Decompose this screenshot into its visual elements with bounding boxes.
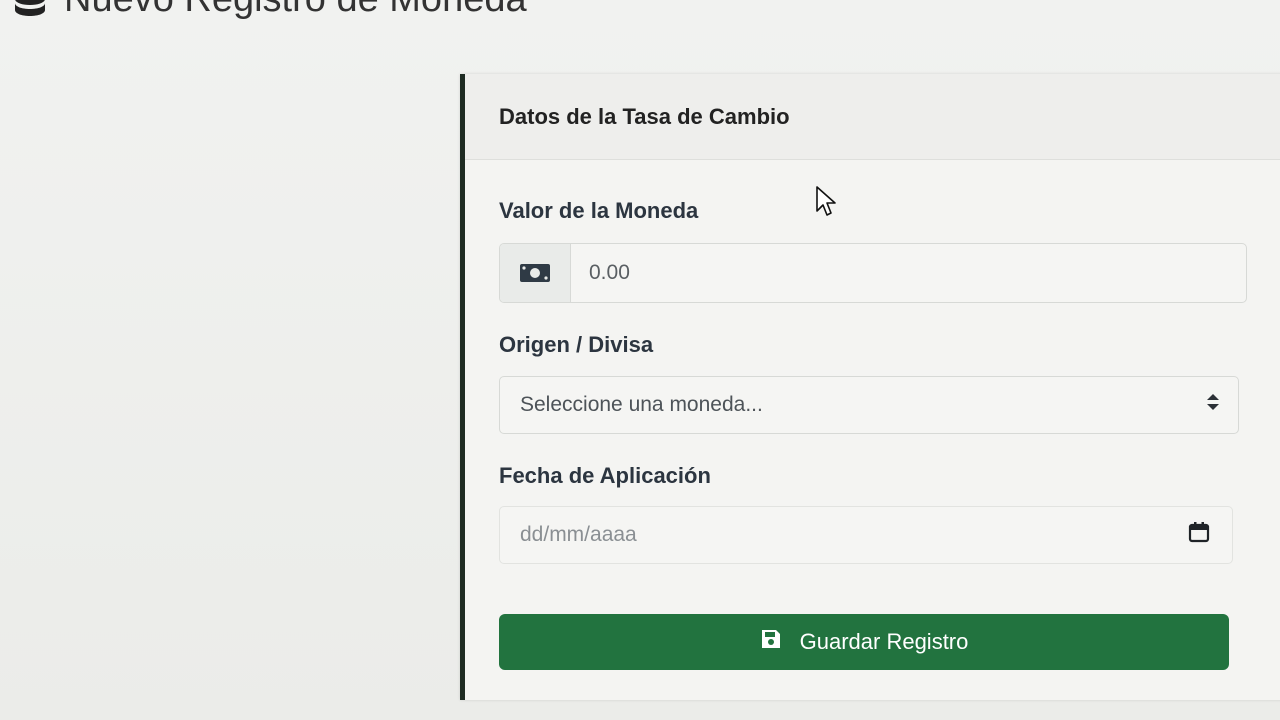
save-button[interactable]: Guardar Registro: [499, 614, 1229, 670]
currency-select[interactable]: Seleccione una moneda...: [499, 376, 1239, 434]
date-input-placeholder: dd/mm/aaaa: [520, 523, 637, 546]
page-title: Nuevo Registro de Moneda: [10, 0, 527, 21]
value-input-group: [499, 243, 1247, 303]
save-button-label: Guardar Registro: [799, 629, 969, 654]
exchange-rate-card: Datos de la Tasa de Cambio Valor de la M…: [460, 74, 1280, 700]
database-icon: [10, 0, 50, 20]
value-label: Valor de la Moneda: [499, 198, 699, 223]
currency-label: Origen / Divisa: [499, 332, 654, 357]
page-title-text: Nuevo Registro de Moneda: [64, 0, 527, 21]
date-label: Fecha de Aplicación: [499, 463, 711, 488]
currency-select-value: Seleccione una moneda...: [520, 393, 763, 416]
date-input[interactable]: dd/mm/aaaa: [499, 506, 1233, 564]
mouse-cursor-icon: [816, 186, 836, 216]
save-icon: [760, 628, 782, 656]
page: Nuevo Registro de Moneda Datos de la Tas…: [0, 0, 1280, 720]
card-header: Datos de la Tasa de Cambio: [465, 74, 1280, 160]
money-bill-icon: [500, 244, 571, 302]
value-input[interactable]: [571, 244, 1246, 302]
select-arrows-icon: [1206, 393, 1220, 417]
calendar-icon[interactable]: [1188, 521, 1210, 549]
